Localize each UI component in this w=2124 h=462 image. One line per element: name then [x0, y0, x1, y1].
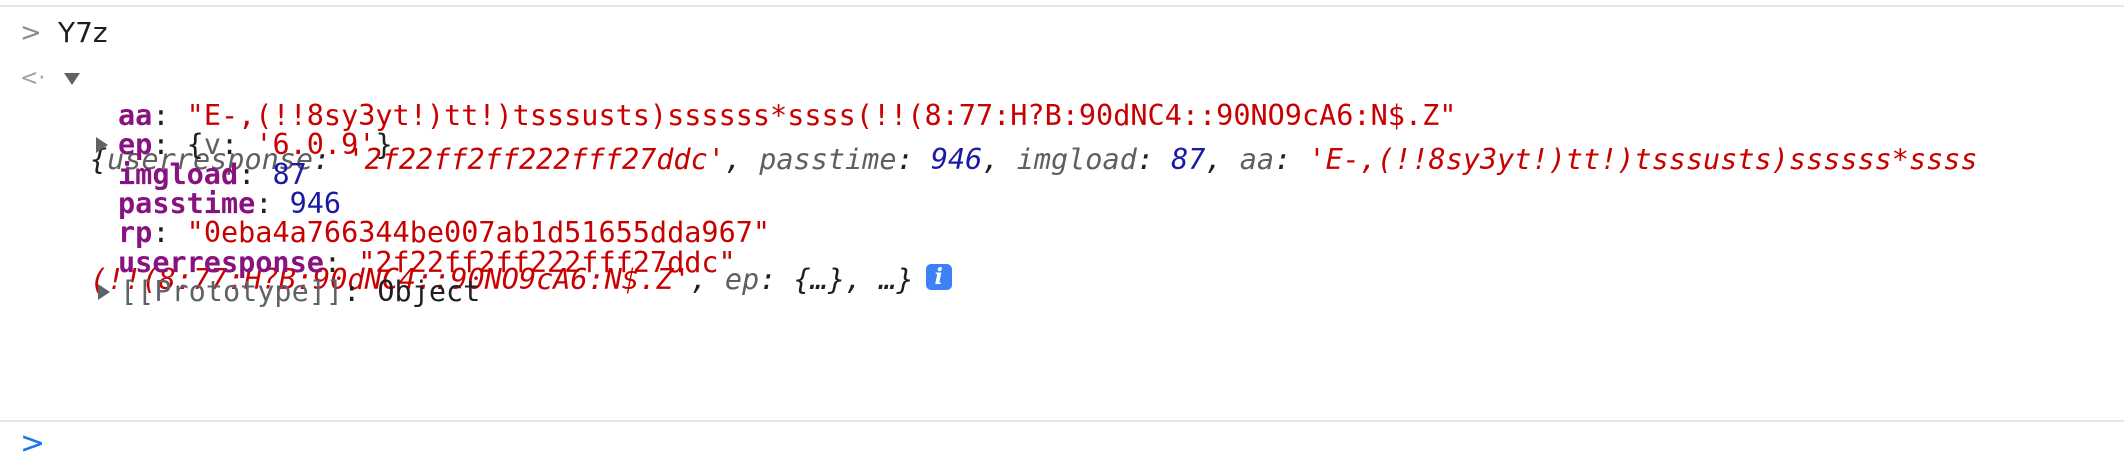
preview-line1-token: 946 [930, 143, 983, 176]
property-key: [[Prototype]] [120, 274, 344, 308]
preview-line2-token: : {…}, …} [759, 263, 914, 296]
preview-line1-token: aa [1239, 143, 1275, 176]
preview-line1-token: '2f22ff2ff222fff27ddc' [347, 143, 725, 176]
input-chevron-icon: > [20, 18, 42, 48]
console-input-entry: > Y7z [0, 13, 108, 53]
preview-line1-token: : [1136, 143, 1172, 176]
preview-line1-token: : [1274, 143, 1309, 176]
input-expression: Y7z [58, 16, 108, 49]
preview-line1-token: 'E-,(!!8sy3yt!)tt!)tsssusts)ssssss*ssss [1308, 143, 1978, 176]
top-divider [0, 5, 2124, 7]
preview-line1-token: 87 [1171, 143, 1206, 176]
console-prompt-chevron-icon[interactable]: > [20, 426, 45, 461]
collapse-object-toggle-icon[interactable] [64, 73, 80, 85]
property-separator: : [343, 274, 378, 308]
expand-property-toggle-icon[interactable] [96, 137, 108, 154]
preview-line1-token: , [1205, 143, 1240, 176]
bottom-divider [0, 420, 2124, 422]
info-icon[interactable]: i [925, 264, 952, 290]
preview-line1-token: imgload [1016, 143, 1137, 176]
property-row-prototype[interactable]: [[Prototype]]: Object [98, 272, 481, 312]
expand-property-toggle-icon[interactable] [98, 283, 110, 300]
preview-line1-token: : [896, 143, 931, 176]
property-value-token: } [375, 128, 393, 162]
preview-line1-token: , [724, 143, 760, 176]
property-value: Object [377, 274, 481, 308]
preview-line1-token: passtime [759, 143, 897, 176]
devtools-console: > Y7z <· {userresponse: '2f22ff2ff222fff… [0, 0, 2124, 462]
preview-line1-token: , [982, 143, 1017, 176]
return-value-icon: <· [20, 66, 46, 91]
